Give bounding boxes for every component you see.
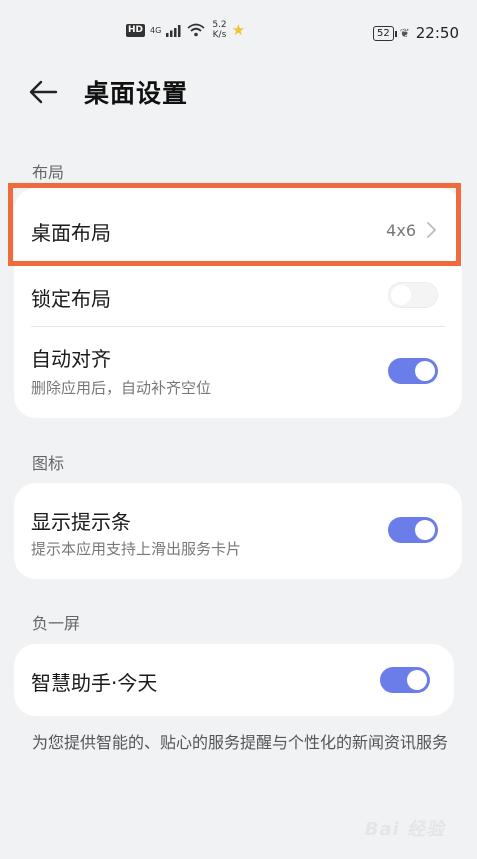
- star-icon: ★: [231, 21, 246, 39]
- header: 桌面设置: [0, 70, 477, 114]
- status-bar: HD 4G 5.2 K/s ★ 52 ❦ 22:50: [0, 0, 477, 64]
- auto-align-toggle[interactable]: [388, 358, 438, 384]
- page-title: 桌面设置: [84, 79, 189, 108]
- show-hint-bar-title: 显示提示条: [31, 510, 131, 534]
- show-hint-bar-toggle[interactable]: [388, 517, 438, 543]
- section-label-minus-one-screen: 负一屏: [32, 614, 81, 633]
- section-label-layout: 布局: [32, 163, 65, 182]
- lock-layout-title: 锁定布局: [31, 287, 111, 311]
- desktop-layout-title: 桌面布局: [31, 221, 111, 245]
- smart-assistant-title: 智慧助手·今天: [31, 671, 158, 695]
- battery-icon: 52: [372, 25, 397, 41]
- toggle-knob: [407, 670, 427, 690]
- auto-align-title: 自动对齐: [31, 347, 111, 371]
- watermark-logo: Bai 经验: [364, 819, 445, 840]
- status-right: 52 ❦ 22:50: [372, 24, 459, 42]
- section-label-icons: 图标: [32, 454, 65, 473]
- toggle-knob: [415, 520, 435, 540]
- speed-unit: K/s: [212, 30, 227, 40]
- toggle-knob: [415, 361, 435, 381]
- smart-assistant-toggle[interactable]: [380, 667, 430, 693]
- status-icons: HD 4G 5.2 K/s ★: [126, 20, 245, 40]
- battery-level: 52: [376, 27, 390, 39]
- desktop-layout-value: 4x6: [386, 221, 416, 240]
- hd-icon: HD: [126, 23, 146, 37]
- smart-assistant-note: 为您提供智能的、贴心的服务提醒与个性化的新闻资讯服务: [32, 733, 449, 752]
- show-hint-bar-row[interactable]: 显示提示条 提示本应用支持上滑出服务卡片: [14, 483, 462, 579]
- screen: HD 4G 5.2 K/s ★ 52 ❦ 22:50 桌面设置 布局 桌面布局 …: [0, 0, 477, 859]
- desktop-layout-row[interactable]: 桌面布局 4x6: [14, 188, 462, 266]
- back-arrow-icon: [29, 80, 58, 104]
- signal-icon: [166, 24, 181, 37]
- speed-value: 5.2: [212, 20, 227, 30]
- network-type: 4G: [150, 25, 162, 35]
- leaf-icon: ❦: [399, 26, 410, 40]
- back-button[interactable]: [26, 78, 60, 106]
- layout-card: 桌面布局 4x6 锁定布局 自动对齐 删除应用后，自动补齐空位: [14, 188, 462, 418]
- icons-card: 显示提示条 提示本应用支持上滑出服务卡片: [14, 483, 462, 579]
- show-hint-bar-subtitle: 提示本应用支持上滑出服务卡片: [31, 540, 242, 558]
- lock-layout-toggle[interactable]: [388, 282, 438, 308]
- toggle-knob: [391, 285, 411, 305]
- lock-layout-row[interactable]: 锁定布局: [14, 266, 462, 326]
- minus-one-screen-card: 智慧助手·今天: [14, 644, 454, 716]
- wifi-icon: [187, 23, 205, 37]
- smart-assistant-row[interactable]: 智慧助手·今天: [14, 644, 454, 716]
- network-speed: 5.2 K/s: [212, 20, 226, 40]
- auto-align-subtitle: 删除应用后，自动补齐空位: [31, 379, 212, 397]
- auto-align-row[interactable]: 自动对齐 删除应用后，自动补齐空位: [14, 327, 462, 418]
- clock: 22:50: [415, 24, 459, 42]
- chevron-right-icon: [427, 222, 437, 238]
